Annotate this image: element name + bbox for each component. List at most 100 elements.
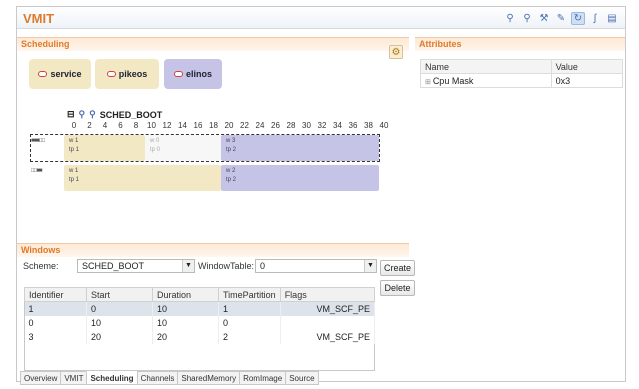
windows-header: Windows [17, 243, 409, 257]
table-row[interactable]: 1 0 10 1 VM_SCF_PE [24, 301, 376, 316]
timeline-tick: 36 [348, 121, 358, 130]
tab-channels[interactable]: Channels [136, 371, 178, 385]
cell-start: 20 [86, 329, 153, 344]
cell-identifier: 1 [24, 301, 87, 316]
tab-vmit[interactable]: VMIT [60, 371, 87, 385]
timeline-tick: 34 [333, 121, 342, 130]
tab-romimage[interactable]: RomImage [239, 371, 286, 385]
tab-scheduling[interactable]: Scheduling [86, 371, 137, 385]
expand-icon[interactable]: ⊞ [425, 79, 433, 86]
slot-window: w 1 [69, 138, 79, 144]
column-header[interactable]: TimePartition [218, 287, 281, 302]
slot-partition: tp 0 [150, 147, 161, 153]
sync-icon[interactable]: ↻ [571, 12, 585, 25]
legend-service[interactable]: service [29, 59, 91, 89]
scheme-value: SCHED_BOOT [82, 261, 145, 271]
timeline-tick: 20 [224, 121, 234, 130]
cell-duration: 10 [152, 301, 219, 316]
row-marker: ■■■□□ [31, 138, 45, 144]
timeline-tick: 16 [193, 121, 203, 130]
chevron-down-icon[interactable]: ▼ [364, 260, 376, 272]
slot-partition: tp 1 [69, 147, 80, 153]
attribute-value[interactable]: 0x3 [550, 73, 624, 88]
timeline-tick: 18 [209, 121, 218, 130]
tools-icon[interactable]: ⚒ [537, 12, 551, 25]
timeline-tick: 4 [102, 121, 108, 130]
timeline-tick: 2 [87, 121, 92, 130]
column-header[interactable]: Start [86, 287, 153, 302]
collapse-icon[interactable]: ⊟ [67, 109, 75, 120]
attribute-name: Cpu Mask [432, 75, 474, 86]
scheme-select[interactable]: SCHED_BOOT ▼ [77, 259, 195, 273]
export-icon[interactable]: ▤ [605, 12, 619, 25]
legend-pikeos[interactable]: pikeos [95, 59, 159, 89]
app-title: VMIT [23, 11, 55, 26]
column-header[interactable]: Value [550, 59, 624, 74]
chevron-down-icon[interactable]: ▼ [182, 260, 194, 272]
slot-window: w 3 [226, 138, 236, 144]
slot-window: w 1 [69, 168, 79, 174]
column-header[interactable]: Duration [152, 287, 219, 302]
partition-icon [173, 71, 183, 77]
tab-overview[interactable]: Overview [20, 371, 61, 385]
zoom-in-icon[interactable]: ⚲ [79, 109, 86, 120]
edit-icon[interactable]: ✎ [554, 12, 568, 25]
windows-title: Windows [21, 245, 61, 255]
timeline-tick: 6 [118, 121, 123, 130]
window-slot[interactable]: w 1 tp 1 [64, 165, 221, 191]
table-row[interactable]: ⊞ Cpu Mask 0x3 [420, 73, 624, 88]
schedule-name: SCHED_BOOT [99, 109, 163, 120]
delete-button[interactable]: Delete [380, 280, 415, 296]
slot-partition: tp 1 [69, 177, 80, 183]
timeline-axis: 0 2 4 6 8 10 12 14 16 18 20 22 24 26 28 30 32 34 36 38 40 [71, 121, 404, 133]
windowtable-select[interactable]: 0 ▼ [255, 259, 377, 273]
legend-elinos[interactable]: elinos [164, 59, 222, 89]
windowtable-label: WindowTable: [198, 261, 255, 271]
legend-label: pikeos [118, 69, 148, 79]
schedule-header: ⊟ ⚲ ⚲ SCHED_BOOT [67, 109, 162, 120]
timeline-tick: 26 [271, 121, 280, 130]
timeline-tick: 8 [133, 121, 139, 130]
cell-start: 0 [86, 301, 153, 316]
table-row[interactable]: 0 10 10 0 [24, 315, 376, 330]
slot-window: w 0 [150, 138, 160, 144]
tab-source[interactable]: Source [285, 371, 319, 385]
cell-duration: 20 [152, 329, 219, 344]
table-row[interactable]: 3 20 20 2 VM_SCF_PE [24, 329, 376, 344]
toolbar: ⚲ ⚲ ⚒ ✎ ↻ ∫ ▤ [503, 12, 619, 25]
timeline-tick: 14 [178, 121, 187, 130]
timeline-tick: 24 [255, 121, 265, 130]
cell-timepartition: 1 [218, 301, 281, 316]
windows-table: Identifier Start Duration TimePartition … [24, 287, 376, 344]
cell-flags: VM_SCF_PE [280, 329, 376, 344]
scheduling-header: Scheduling [17, 37, 409, 51]
zoom-in-icon[interactable]: ⚲ [503, 12, 517, 25]
window-slot[interactable]: w 3 tp 2 [221, 135, 379, 161]
tab-sharedmemory[interactable]: SharedMemory [177, 371, 240, 385]
attributes-table: Name Value ⊞ Cpu Mask 0x3 [420, 59, 624, 88]
chart-icon[interactable]: ∫ [588, 12, 602, 25]
attribute-name-cell: ⊞ Cpu Mask [420, 73, 552, 88]
column-header[interactable]: Name [420, 59, 552, 74]
timeline-tick: 28 [286, 121, 296, 130]
partition-icon [38, 71, 48, 77]
create-button[interactable]: Create [380, 260, 415, 276]
slot-partition: tp 2 [226, 177, 237, 183]
column-header[interactable]: Identifier [24, 287, 87, 302]
cell-identifier: 3 [24, 329, 87, 344]
window-slot[interactable]: w 2 tp 2 [221, 165, 379, 191]
window-slot[interactable]: w 0 tp 0 [145, 135, 221, 161]
zoom-out-icon[interactable]: ⚲ [520, 12, 534, 25]
windowtable-value: 0 [260, 261, 266, 271]
cell-flags: VM_SCF_PE [280, 301, 376, 316]
legend-label: elinos [185, 69, 212, 79]
window-slot[interactable]: w 1 tp 1 [64, 135, 145, 161]
column-header[interactable]: Flags [279, 287, 376, 302]
timeline-tick: 0 [71, 121, 77, 130]
cell-duration: 10 [152, 315, 219, 330]
cell-flags [280, 315, 376, 330]
zoom-out-icon[interactable]: ⚲ [89, 109, 96, 120]
settings-icon[interactable]: ⚙ [389, 45, 403, 59]
attributes-title: Attributes [419, 39, 462, 49]
partition-icon [106, 71, 116, 77]
